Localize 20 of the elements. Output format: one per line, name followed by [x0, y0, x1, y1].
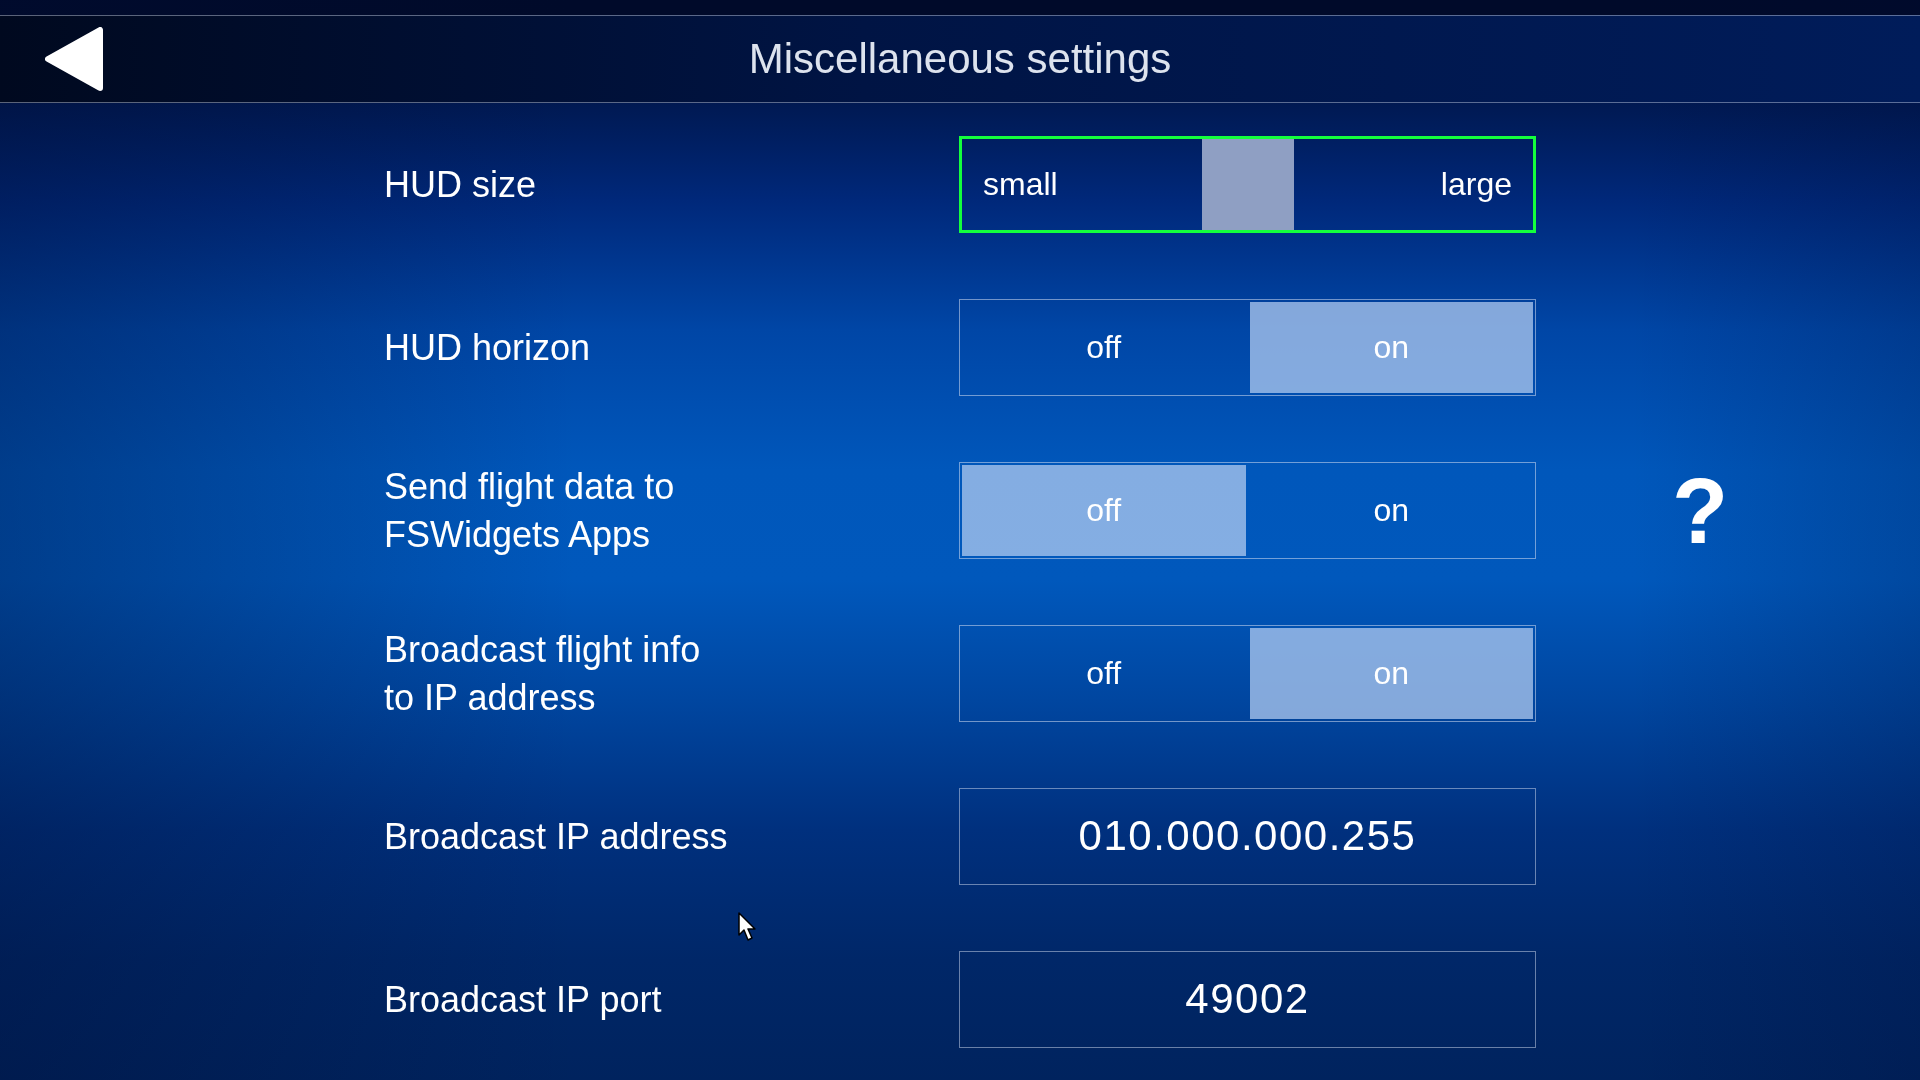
- help-button[interactable]: ?: [1668, 464, 1733, 557]
- toggle-option[interactable]: off: [962, 628, 1246, 719]
- setting-label: HUD size: [384, 162, 537, 207]
- slider-thumb[interactable]: [1201, 139, 1294, 230]
- setting-label: Broadcast flight info to IP address: [384, 627, 702, 720]
- page-title: Miscellaneous settings: [748, 33, 1172, 84]
- input-field[interactable]: 010.000.000.255: [959, 788, 1536, 885]
- setting-label: HUD horizon: [384, 325, 592, 370]
- min-label: small: [982, 165, 1059, 204]
- back-button[interactable]: [45, 27, 103, 91]
- input-field[interactable]: 49002: [959, 951, 1536, 1048]
- slider-track[interactable]: small large: [959, 136, 1536, 233]
- max-label: large: [1439, 165, 1513, 204]
- toggle-option[interactable]: on: [1249, 465, 1533, 556]
- mouse-pointer-icon: [738, 912, 757, 941]
- back-arrow-icon: [45, 27, 103, 91]
- setting-label: Broadcast IP port: [384, 977, 663, 1022]
- setting-label: Broadcast IP address: [384, 814, 729, 859]
- setting-label: Send flight data to FSWidgets Apps: [384, 464, 676, 557]
- toggle-option[interactable]: off: [962, 302, 1246, 393]
